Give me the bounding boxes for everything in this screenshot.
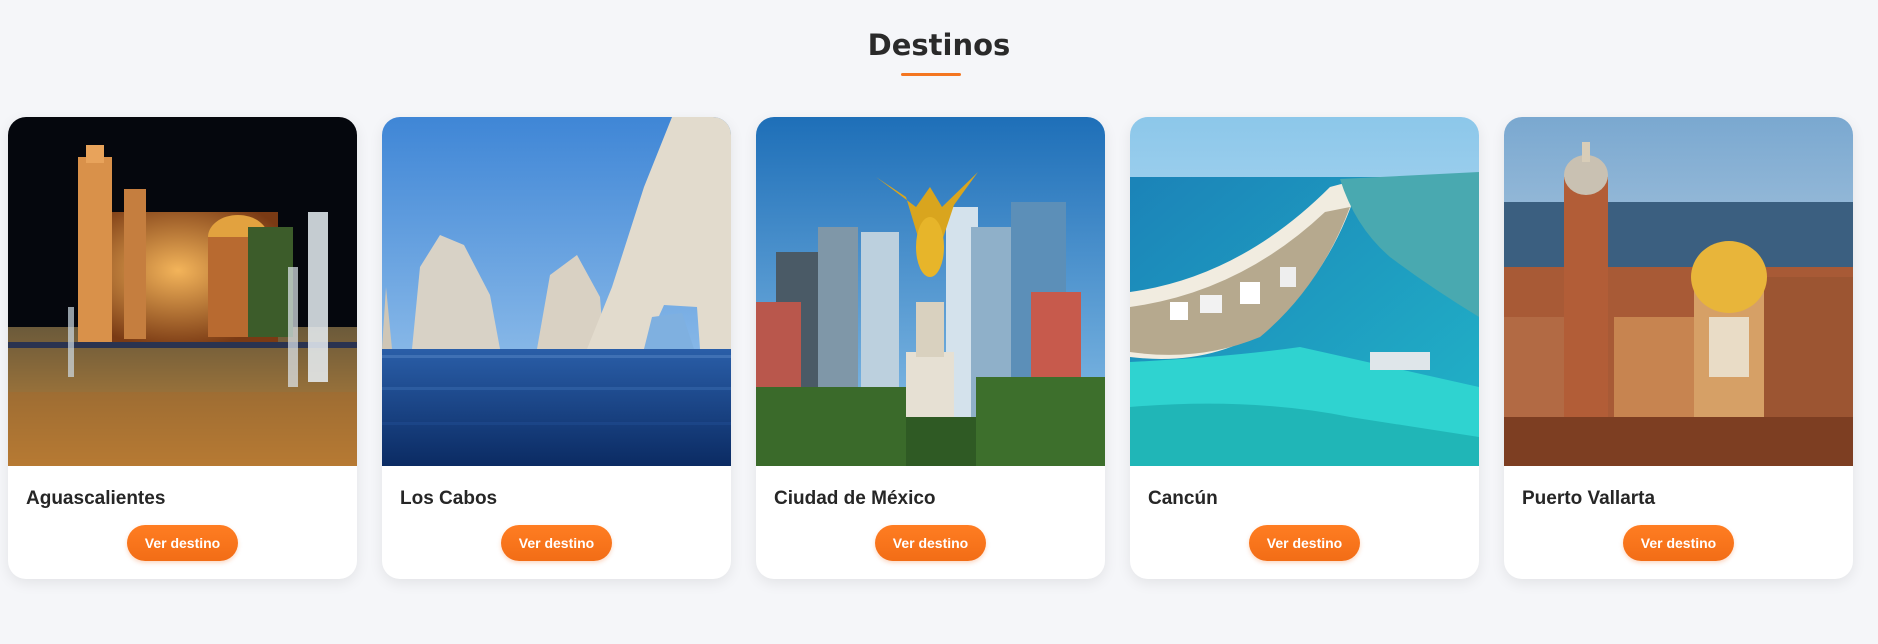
destination-title: Puerto Vallarta [1522, 488, 1656, 509]
destination-image-aguascalientes[interactable] [8, 117, 357, 466]
destination-card-ciudad-de-mexico[interactable]: Ciudad de México Ver destino [756, 117, 1105, 579]
destination-title: Los Cabos [400, 488, 498, 509]
section-title: Destinos [867, 28, 1011, 62]
destination-card-cancun[interactable]: Cancún Ver destino [1130, 117, 1479, 579]
destination-image-puerto-vallarta[interactable] [1504, 117, 1853, 466]
destination-image-los-cabos[interactable] [382, 117, 731, 466]
ver-destino-button[interactable]: Ver destino [501, 525, 612, 561]
ver-destino-button[interactable]: Ver destino [1249, 525, 1360, 561]
destination-title: Ciudad de México [774, 488, 936, 509]
ver-destino-button[interactable]: Ver destino [1623, 525, 1734, 561]
destination-image-cancun[interactable] [1130, 117, 1479, 466]
destination-card-puerto-vallarta[interactable]: Puerto Vallarta Ver destino [1504, 117, 1853, 579]
destination-card-los-cabos[interactable]: Los Cabos Ver destino [382, 117, 731, 579]
destination-title: Aguascalientes [26, 488, 166, 509]
title-underline [901, 73, 961, 76]
destination-cards: Aguascalientes Ver destino Los Cabos Ver… [8, 117, 1868, 579]
destination-card-aguascalientes[interactable]: Aguascalientes Ver destino [8, 117, 357, 579]
ver-destino-button[interactable]: Ver destino [875, 525, 986, 561]
destination-image-ciudad-de-mexico[interactable] [756, 117, 1105, 466]
ver-destino-button[interactable]: Ver destino [127, 525, 238, 561]
destination-title: Cancún [1148, 488, 1218, 509]
